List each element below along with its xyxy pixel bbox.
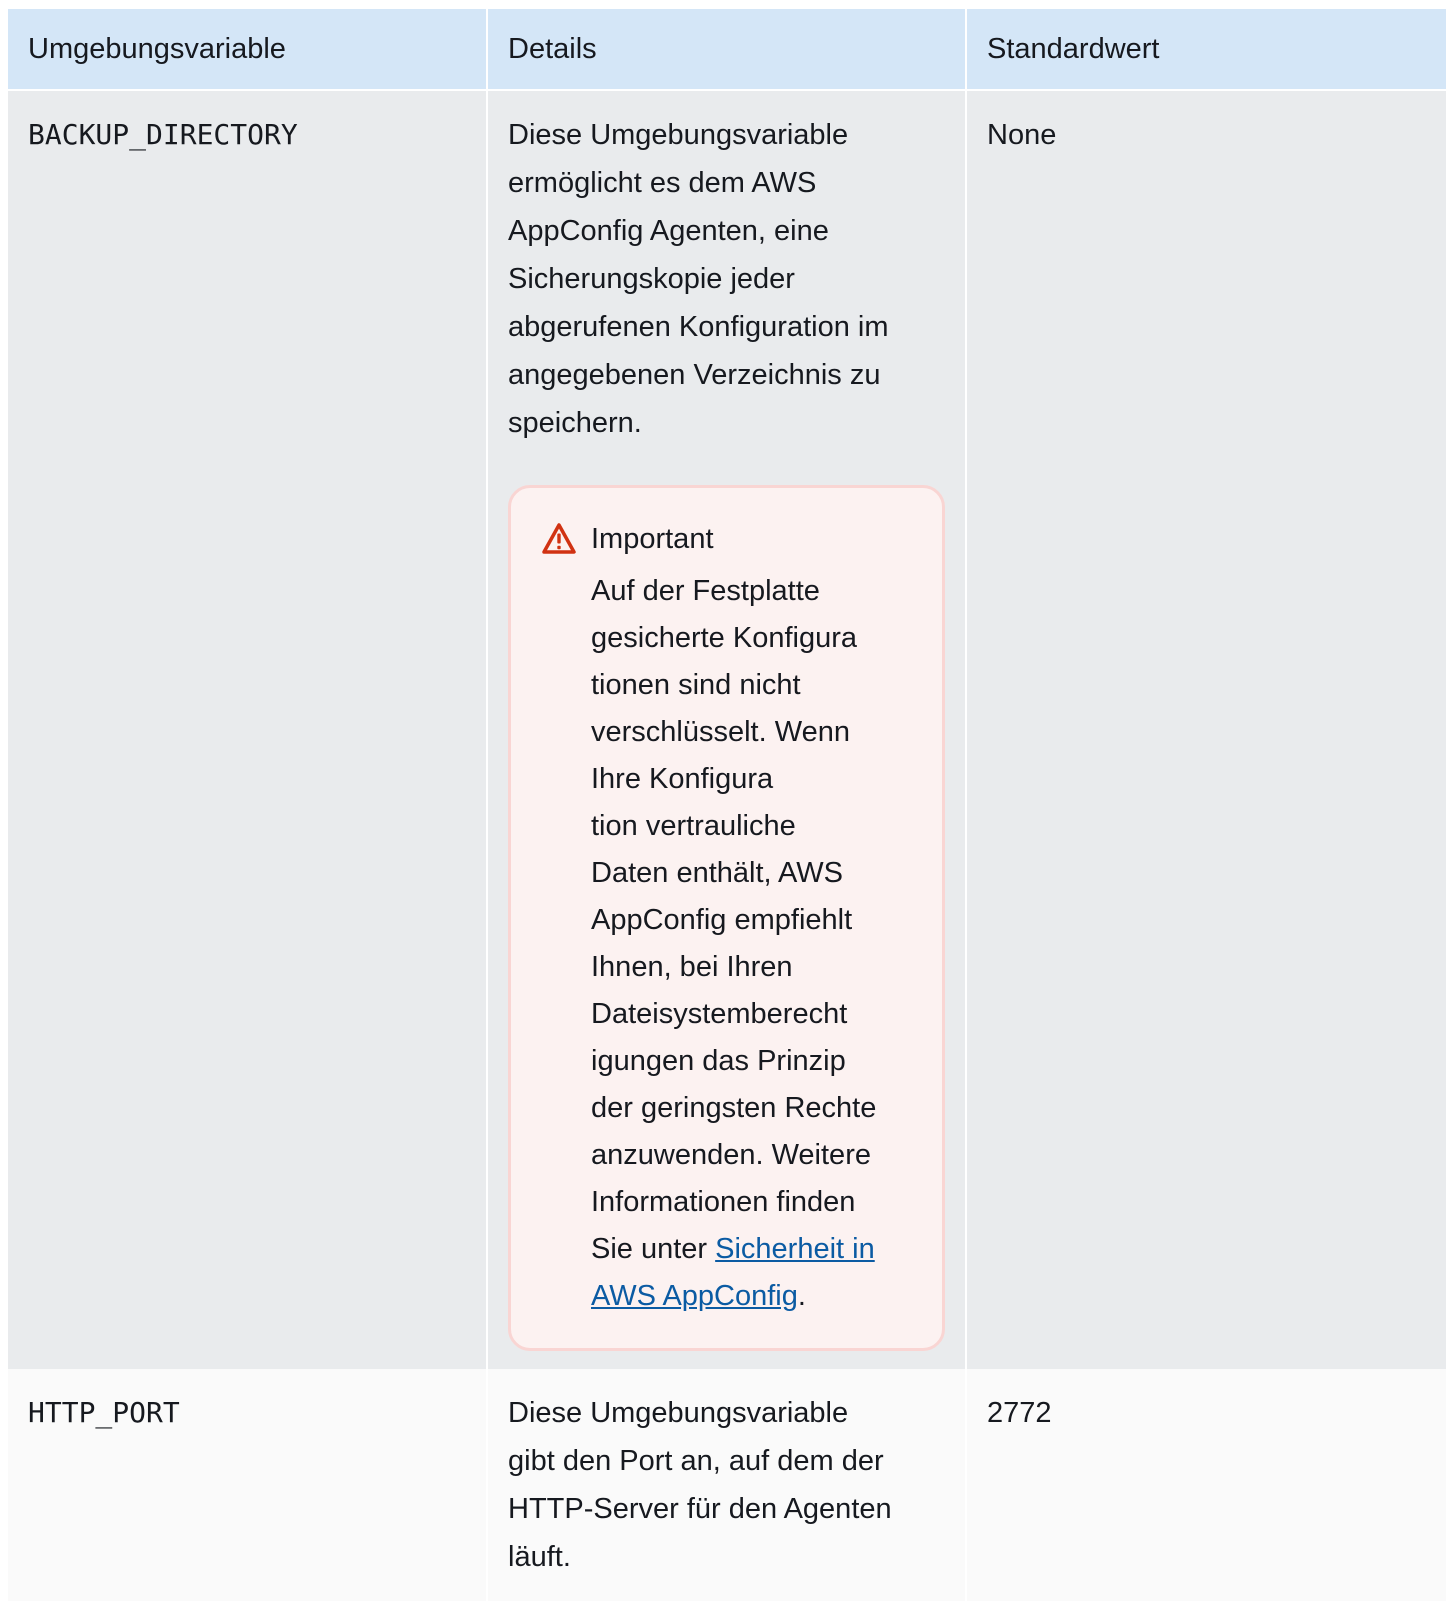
callout-line: Ihre Konfigura xyxy=(591,763,774,795)
callout-link-line-2: AWS AppConfig. xyxy=(591,1273,912,1320)
callout-line: igungen das Prinzip xyxy=(591,1045,846,1077)
variable-name: BACKUP_DIRECTORY xyxy=(28,118,298,151)
details-line: läuft. xyxy=(508,1541,571,1573)
details-line: gibt den Port an, auf dem der xyxy=(508,1445,884,1477)
default-value: None xyxy=(987,119,1057,151)
callout-line: Informationen finden xyxy=(591,1186,856,1218)
details-line: speichern. xyxy=(508,407,642,439)
table-row: HTTP_PORT Diese Umgebungsvariable gibt d… xyxy=(8,1369,1446,1601)
details-line: abgerufenen Konfiguration im xyxy=(508,311,889,343)
details-text: Diese Umgebungsvariable ermöglicht es de… xyxy=(508,111,945,447)
callout-line: tion vertrauliche xyxy=(591,810,796,842)
details-line: Diese Umgebungsvariable xyxy=(508,119,849,151)
warning-icon xyxy=(541,522,577,556)
header-variable: Umgebungsvariable xyxy=(8,9,488,90)
details-cell: Diese Umgebungsvariable ermöglicht es de… xyxy=(487,90,967,1369)
details-line: angegebenen Verzeichnis zu xyxy=(508,359,881,391)
details-line: HTTP-Server für den Agenten xyxy=(508,1493,892,1525)
header-details: Details xyxy=(487,9,967,90)
header-row: Umgebungsvariable Details Standardwert xyxy=(8,9,1446,90)
variable-name-cell: HTTP_PORT xyxy=(8,1369,488,1601)
callout-line: Dateisystemberecht xyxy=(591,998,848,1030)
callout-body: Auf der Festplatte gesicherte Konfigura … xyxy=(591,568,912,1320)
important-callout: Important Auf der Festplatte gesicherte … xyxy=(508,485,945,1351)
callout-line: tionen sind nicht xyxy=(591,669,801,701)
callout-header: Important xyxy=(541,514,912,564)
default-value-cell: None xyxy=(966,90,1446,1369)
details-line: Diese Umgebungsvariable xyxy=(508,1397,849,1429)
header-default: Standardwert xyxy=(966,9,1446,90)
callout-line: gesicherte Konfigura xyxy=(591,622,857,654)
default-value: 2772 xyxy=(987,1397,1052,1429)
variable-name: HTTP_PORT xyxy=(28,1396,180,1429)
security-doc-link-continued[interactable]: AWS AppConfig xyxy=(591,1280,798,1312)
callout-line: Daten enthält, AWS xyxy=(591,857,844,889)
callout-line: Auf der Festplatte xyxy=(591,575,820,607)
variable-name-cell: BACKUP_DIRECTORY xyxy=(8,90,488,1369)
details-line: AppConfig Agenten, eine xyxy=(508,215,829,247)
details-line: ermöglicht es dem AWS xyxy=(508,167,817,199)
callout-link-line: Sie unter Sicherheit in xyxy=(591,1226,912,1273)
details-text: Diese Umgebungsvariable gibt den Port an… xyxy=(508,1389,945,1581)
env-variables-table-container: Umgebungsvariable Details Standardwert B… xyxy=(8,9,1446,1601)
callout-link-suffix: . xyxy=(797,1280,806,1312)
details-cell: Diese Umgebungsvariable gibt den Port an… xyxy=(487,1369,967,1601)
callout-line: AppConfig empfiehlt xyxy=(591,904,853,936)
env-variables-table: Umgebungsvariable Details Standardwert B… xyxy=(8,9,1446,1601)
callout-title: Important xyxy=(591,523,714,555)
table-header: Umgebungsvariable Details Standardwert xyxy=(8,9,1446,90)
callout-line: Ihnen, bei Ihren xyxy=(591,951,793,983)
default-value-cell: 2772 xyxy=(966,1369,1446,1601)
callout-link-prefix: Sie unter xyxy=(591,1233,716,1265)
table-row: BACKUP_DIRECTORY Diese Umgebungsvariable… xyxy=(8,90,1446,1369)
security-doc-link[interactable]: Sicherheit in xyxy=(715,1233,875,1265)
callout-line: verschlüsselt. Wenn xyxy=(591,716,850,748)
callout-line: anzuwenden. Weitere xyxy=(591,1139,871,1171)
callout-line: der geringsten Rechte xyxy=(591,1092,877,1124)
details-line: Sicherungskopie jeder xyxy=(508,263,795,295)
